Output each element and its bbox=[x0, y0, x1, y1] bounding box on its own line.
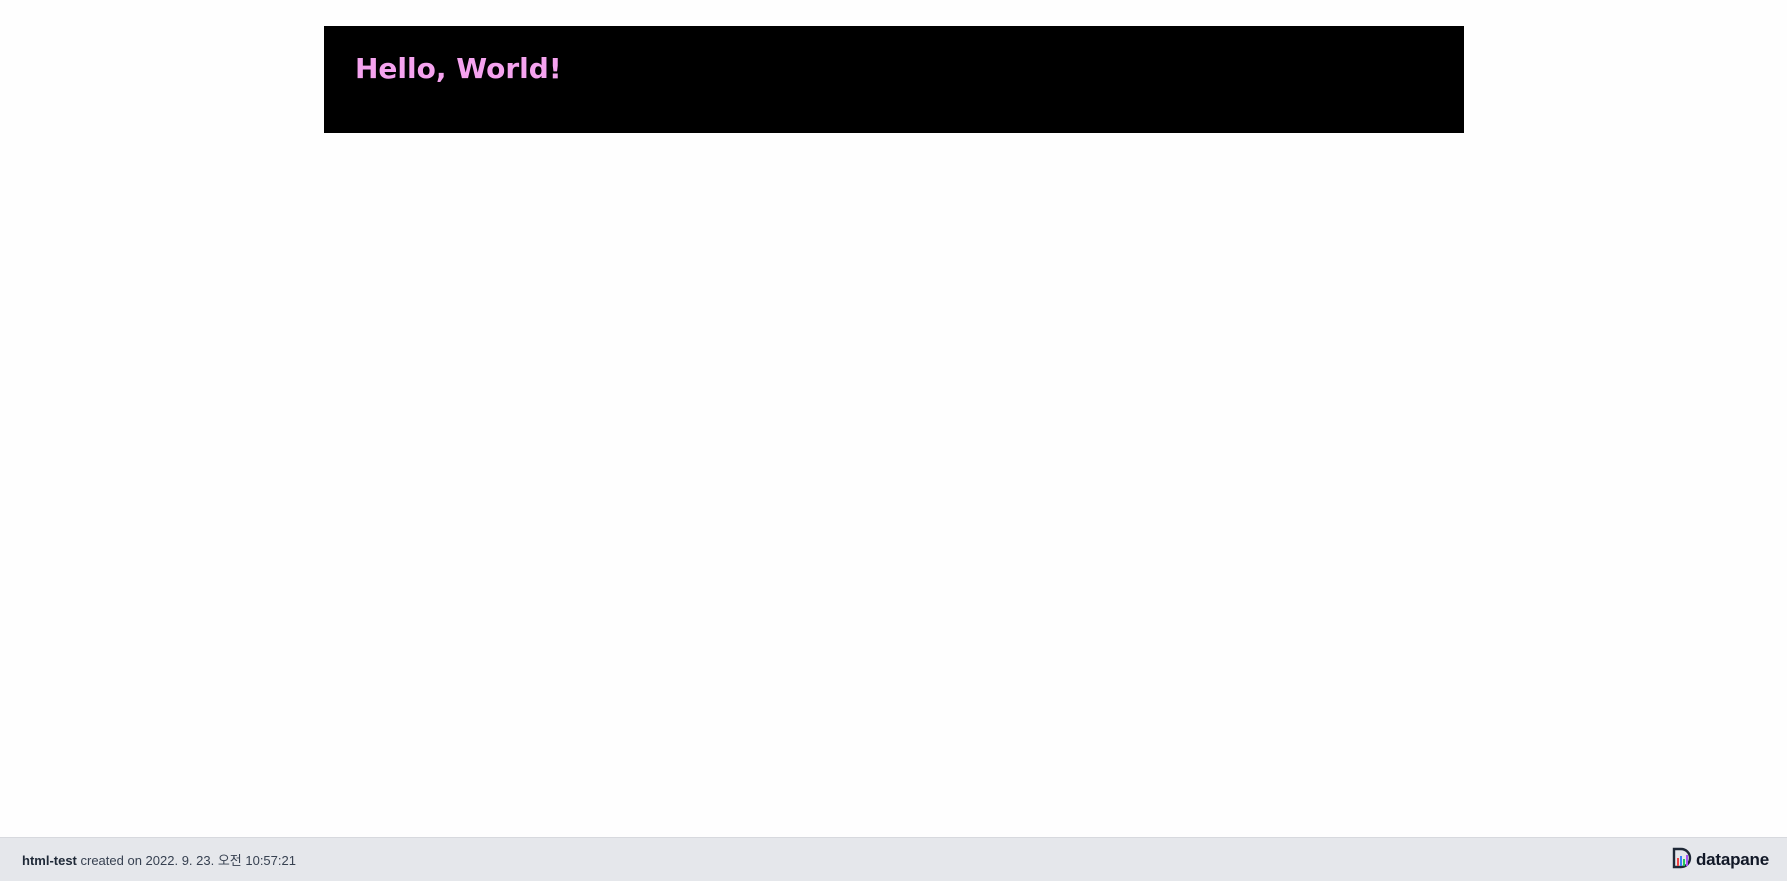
created-timestamp: created on 2022. 9. 23. 오전 10:57:21 bbox=[76, 853, 296, 868]
report-page: Hello, World! html-test created on 2022.… bbox=[0, 0, 1787, 881]
datapane-logo-icon bbox=[1672, 847, 1692, 873]
report-meta: html-test created on 2022. 9. 23. 오전 10:… bbox=[22, 850, 296, 869]
hello-heading: Hello, World! bbox=[355, 52, 562, 85]
report-name: html-test bbox=[22, 853, 77, 868]
report-footer: html-test created on 2022. 9. 23. 오전 10:… bbox=[0, 837, 1787, 881]
html-block: Hello, World! bbox=[324, 26, 1464, 133]
datapane-brand-link[interactable]: datapane bbox=[1672, 847, 1769, 873]
datapane-brand-name: datapane bbox=[1695, 849, 1769, 869]
